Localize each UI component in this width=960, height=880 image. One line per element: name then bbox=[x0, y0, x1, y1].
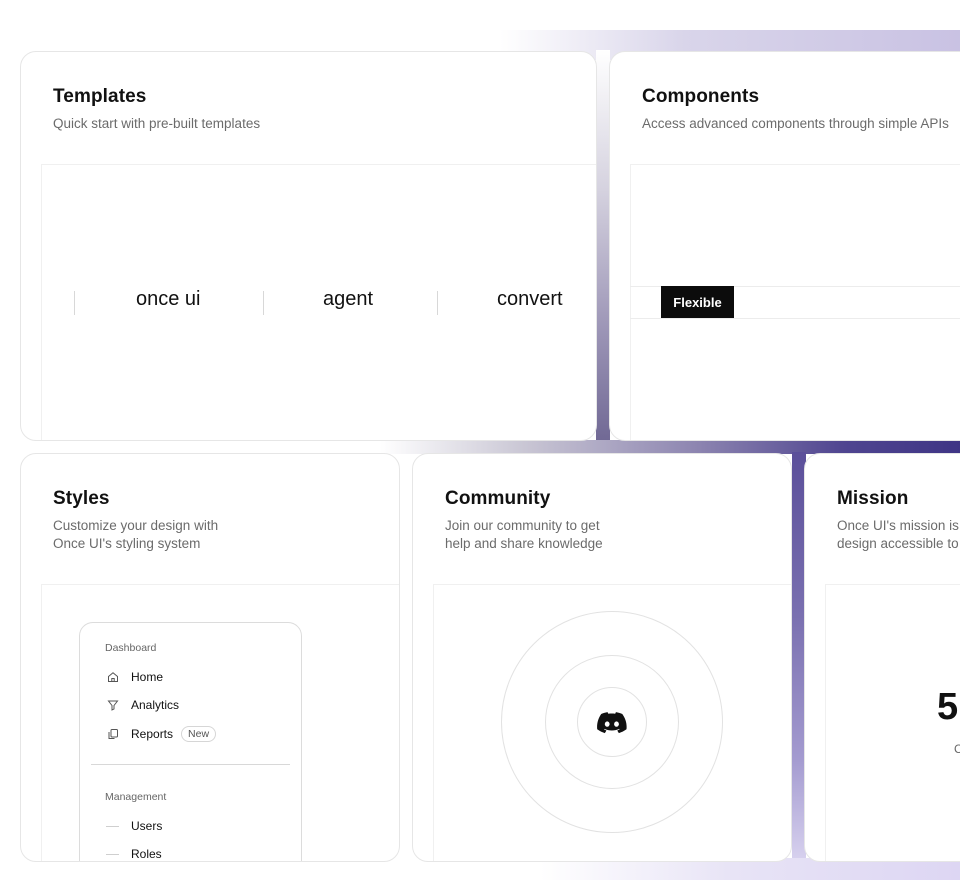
menu-item-home[interactable]: Home bbox=[106, 670, 163, 684]
styles-card[interactable]: Styles Customize your design with Once U… bbox=[20, 453, 400, 862]
templates-title: Templates bbox=[53, 86, 147, 107]
menu-section-dashboard: Dashboard bbox=[105, 642, 157, 654]
menu-item-label: Users bbox=[131, 819, 163, 833]
styles-description: Customize your design with Once UI's sty… bbox=[53, 517, 218, 553]
flexible-tag: Flexible bbox=[661, 286, 734, 318]
component-guide-line-bottom bbox=[630, 318, 960, 319]
community-title: Community bbox=[445, 488, 551, 509]
sidebar-menu-preview: Dashboard Home Analytics Reports New Man… bbox=[79, 622, 302, 861]
background-glow-vertical bbox=[596, 50, 610, 450]
logo-divider bbox=[263, 291, 264, 315]
home-icon bbox=[106, 671, 119, 684]
styles-description-line: Customize your design with bbox=[53, 518, 219, 533]
mission-title: Mission bbox=[837, 488, 909, 509]
menu-item-label: Analytics bbox=[131, 698, 180, 712]
menu-section-management: Management bbox=[105, 791, 167, 803]
mission-description-line: design accessible to bbox=[837, 536, 959, 551]
menu-item-label: Reports bbox=[131, 727, 174, 741]
template-logo-convert[interactable]: convert bbox=[497, 288, 563, 311]
templates-description: Quick start with pre-built templates bbox=[53, 116, 261, 131]
menu-item-label: Roles bbox=[131, 847, 162, 861]
menu-item-roles[interactable]: Roles bbox=[106, 847, 162, 861]
community-description-line: Join our community to get bbox=[445, 518, 600, 533]
copy-icon bbox=[106, 728, 119, 741]
templates-card[interactable]: Templates Quick start with pre-built tem… bbox=[20, 51, 597, 441]
mission-description: Once UI's mission is design accessible t… bbox=[837, 517, 959, 553]
components-description: Access advanced components through simpl… bbox=[642, 116, 949, 131]
mission-description-line: Once UI's mission is bbox=[837, 518, 959, 533]
template-logo-once-ui[interactable]: once ui bbox=[136, 288, 201, 311]
menu-separator bbox=[91, 764, 290, 765]
logo-divider bbox=[437, 291, 438, 315]
community-description-line: help and share knowledge bbox=[445, 536, 603, 551]
dash-icon bbox=[106, 825, 119, 827]
menu-item-analytics[interactable]: Analytics bbox=[106, 698, 179, 712]
community-description: Join our community to get help and share… bbox=[445, 517, 603, 553]
styles-description-line: Once UI's styling system bbox=[53, 536, 201, 551]
components-card[interactable]: Components Access advanced components th… bbox=[609, 51, 960, 441]
background-glow-middle bbox=[380, 440, 960, 454]
mission-stat-number: 5 bbox=[937, 686, 959, 728]
template-logo-agent[interactable]: agent bbox=[323, 288, 373, 311]
logo-divider bbox=[74, 291, 75, 315]
community-card[interactable]: Community Join our community to get help… bbox=[412, 453, 792, 862]
new-badge: New bbox=[181, 726, 217, 742]
mission-card[interactable]: Mission Once UI's mission is design acce… bbox=[804, 453, 960, 862]
menu-item-label: Home bbox=[131, 670, 164, 684]
discord-icon[interactable] bbox=[597, 712, 627, 734]
filter-icon bbox=[106, 699, 119, 712]
styles-title: Styles bbox=[53, 488, 110, 509]
menu-item-reports[interactable]: Reports New bbox=[106, 726, 217, 742]
dash-icon bbox=[106, 853, 119, 855]
components-title: Components bbox=[642, 86, 760, 107]
menu-item-users[interactable]: Users bbox=[106, 819, 162, 833]
mission-stat-caption: C bbox=[954, 742, 960, 756]
